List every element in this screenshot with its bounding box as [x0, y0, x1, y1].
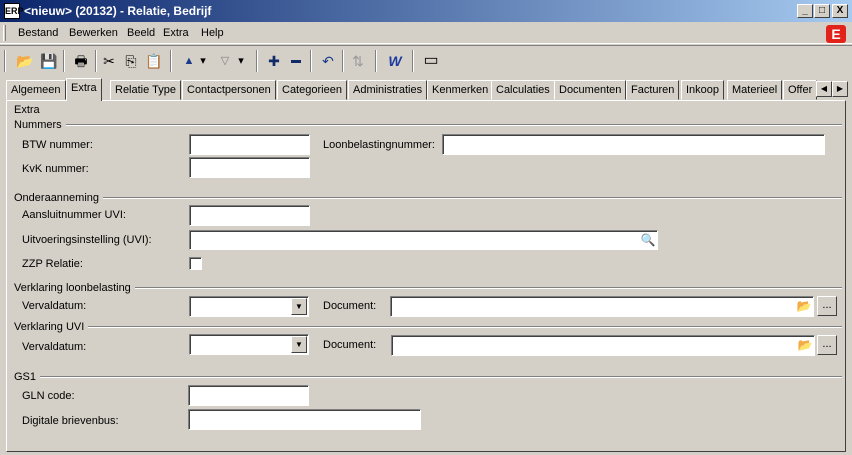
document-label: Document: [323, 300, 377, 312]
uitvoering-input[interactable] [189, 230, 658, 250]
arrow-up-dropdown-icon[interactable]: ▾ [196, 50, 210, 72]
print-icon[interactable]: 🖶 [70, 50, 92, 72]
btw-input[interactable] [189, 134, 310, 155]
tab-scroll-left-icon[interactable]: ◀ [816, 81, 832, 97]
refresh-icon[interactable]: ⇅ [347, 50, 369, 72]
arrow-down-dropdown-icon[interactable]: ▾ [234, 50, 248, 72]
tab-administraties[interactable]: Administraties [348, 80, 428, 100]
undo-icon[interactable]: ↶ [317, 50, 339, 72]
document-input[interactable] [390, 296, 814, 317]
toolbar-separator [256, 50, 258, 72]
tab-contactpersonen[interactable]: Contactpersonen [182, 80, 276, 100]
toolbar: 📂 💾 🖶 ✂ ⎘ 📋 ▲ ▾ ▽ ▾ ✚ ▬ ↶ ⇅ W ▭ [0, 45, 852, 75]
tab-facturen[interactable]: Facturen [626, 80, 680, 100]
menu-bewerken[interactable]: Bewerken [69, 27, 118, 39]
group-divider [14, 124, 842, 126]
title-bar[interactable]: ERP <nieuw> (20132) - Relatie, Bedrijf _… [0, 0, 852, 22]
copy-icon[interactable]: ⎘ [120, 50, 142, 72]
document-input[interactable] [391, 335, 815, 356]
chevron-down-icon[interactable]: ▼ [291, 336, 307, 353]
menu-extra[interactable]: Extra [163, 27, 189, 39]
brievenbus-label: Digitale brievenbus: [22, 415, 119, 427]
folder-icon[interactable]: 📂 [796, 298, 812, 314]
gln-label: GLN code: [22, 390, 75, 402]
document-label: Document: [323, 339, 377, 351]
group-gs1: GS1 [14, 371, 41, 383]
menu-bar: Bestand Bewerken Beeld Extra Help [0, 22, 852, 44]
menu-help[interactable]: Help [201, 27, 224, 39]
menu-grip[interactable] [3, 25, 6, 41]
menu-bestand[interactable]: Bestand [18, 27, 58, 39]
tab-extra[interactable]: Extra [66, 78, 102, 101]
app-icon[interactable]: ERP [4, 3, 24, 19]
loonbelasting-input[interactable] [442, 134, 825, 155]
brievenbus-input[interactable] [188, 409, 421, 430]
browse-button[interactable]: ... [817, 335, 837, 355]
toolbar-separator [170, 50, 172, 72]
group-divider [14, 376, 842, 378]
tab-calculaties[interactable]: Calculaties [491, 80, 555, 100]
tab-categorieen[interactable]: Categorieen [277, 80, 347, 100]
window-icon[interactable]: ▭ [420, 50, 442, 72]
group-divider [14, 287, 842, 289]
folder-icon[interactable]: 📂 [797, 337, 813, 353]
remove-icon[interactable]: ▬ [285, 50, 307, 72]
tab-inkoop[interactable]: Inkoop [681, 80, 725, 100]
tab-relatie-type[interactable]: Relatie Type [110, 80, 181, 100]
app-logo: E [826, 25, 846, 43]
add-icon[interactable]: ✚ [263, 50, 285, 72]
tab-scroll-right-icon[interactable]: ▶ [832, 81, 848, 97]
window-title: <nieuw> (20132) - Relatie, Bedrijf [24, 4, 212, 18]
kvk-label: KvK nummer: [22, 163, 89, 175]
aansluit-input[interactable] [189, 205, 310, 226]
toolbar-separator [375, 50, 377, 72]
group-nummers: Nummers [14, 119, 66, 131]
vervaldatum-label: Vervaldatum: [22, 341, 87, 353]
maximize-button[interactable]: □ [814, 4, 830, 18]
word-icon[interactable]: W [384, 50, 406, 72]
search-icon[interactable]: 🔍 [640, 232, 656, 248]
toolbar-separator [310, 50, 312, 72]
gln-input[interactable] [188, 385, 309, 406]
open-folder-icon[interactable]: 📂 [14, 50, 36, 72]
group-verklaring-loonbelasting: Verklaring loonbelasting [14, 282, 135, 294]
toolbar-grip [4, 50, 6, 72]
group-verklaring-uvi: Verklaring UVI [14, 321, 89, 333]
kvk-input[interactable] [189, 157, 310, 178]
uitvoering-label: Uitvoeringsinstelling (UVI): [22, 234, 152, 246]
menu-beeld[interactable]: Beeld [127, 27, 155, 39]
tab-materieel[interactable]: Materieel [727, 80, 783, 100]
arrow-down-icon[interactable]: ▽ [214, 50, 236, 72]
loonbelasting-label: Loonbelastingnummer: [323, 139, 435, 151]
tab-offer[interactable]: Offer [783, 80, 817, 100]
close-button[interactable]: X [832, 4, 848, 18]
zzp-label: ZZP Relatie: [22, 258, 83, 270]
tab-algemeen[interactable]: Algemeen [6, 80, 66, 100]
panel-title: Extra [14, 104, 40, 116]
toolbar-separator [412, 50, 414, 72]
toolbar-separator [63, 50, 65, 72]
cut-icon[interactable]: ✂ [98, 50, 120, 72]
browse-button[interactable]: ... [817, 296, 837, 316]
minimize-button[interactable]: _ [797, 4, 813, 18]
group-divider [14, 326, 842, 328]
paste-icon[interactable]: 📋 [143, 50, 165, 72]
group-divider [14, 197, 842, 199]
tab-strip: Algemeen Extra Relatie Type Contactperso… [0, 78, 852, 101]
toolbar-separator [342, 50, 344, 72]
tab-kenmerken[interactable]: Kenmerken [427, 80, 494, 100]
tab-documenten[interactable]: Documenten [554, 80, 627, 100]
toolbar-separator [95, 50, 97, 72]
vervaldatum-label: Vervaldatum: [22, 300, 87, 312]
group-onderaanneming: Onderaanneming [14, 192, 104, 204]
chevron-down-icon[interactable]: ▼ [291, 298, 307, 315]
zzp-checkbox[interactable] [189, 257, 202, 270]
save-icon[interactable]: 💾 [38, 50, 60, 72]
btw-label: BTW nummer: [22, 139, 93, 151]
aansluit-label: Aansluitnummer UVI: [22, 209, 126, 221]
